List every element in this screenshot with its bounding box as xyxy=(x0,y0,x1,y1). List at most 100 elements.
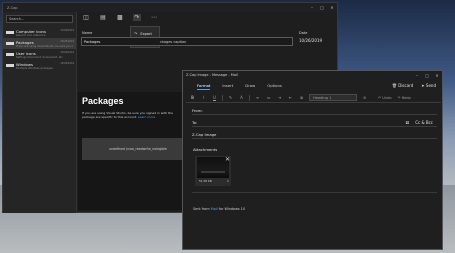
list-item-date: 10/26/2019 xyxy=(60,62,74,65)
signature: Sent from Mail for Windows 10 xyxy=(193,207,245,211)
date-label: Date xyxy=(299,31,308,35)
menu-item-label: Export xyxy=(140,31,152,36)
separator xyxy=(249,94,250,101)
minimize-icon[interactable]: – xyxy=(412,71,422,79)
outdent-icon[interactable]: ⇤ xyxy=(287,95,294,100)
undo-redo: ↶ Undo ↷ Redo xyxy=(378,96,411,100)
bullets-icon[interactable]: ≡ xyxy=(254,95,261,100)
from-label: From: xyxy=(192,108,203,113)
indent-icon[interactable]: ⇥ xyxy=(276,95,283,100)
discard-button[interactable]: 🗑 Discard xyxy=(392,83,413,88)
italic-icon[interactable]: I xyxy=(200,95,207,100)
list-item-subtitle: Settings Document, Screenshot, etc xyxy=(16,56,63,59)
undo-button[interactable]: ↶ Undo xyxy=(378,96,392,100)
underline-icon[interactable]: U xyxy=(211,95,218,100)
thumbnail-icon xyxy=(6,31,14,34)
thumbnail-icon xyxy=(6,53,14,56)
learn-more-link[interactable]: Learn more xyxy=(138,115,155,119)
close-icon[interactable]: ✕ xyxy=(432,71,442,79)
tab-options[interactable]: Options xyxy=(267,83,282,90)
preview-text: If you are using Visual Studio, be sure … xyxy=(82,111,182,120)
font-color-icon[interactable]: A xyxy=(238,95,245,100)
to-field[interactable]: To: ⚄ Cc & Bcc xyxy=(192,119,437,127)
trash-icon: 🗑 xyxy=(391,83,397,88)
remove-attachment-icon[interactable]: ✕ xyxy=(225,156,230,163)
heading-select[interactable]: Heading 1 xyxy=(309,94,357,101)
to-label: To: xyxy=(192,120,198,125)
name-label: Name xyxy=(82,31,93,35)
share-icon[interactable]: ↷ xyxy=(133,13,141,21)
recipient-actions: ⚄ Cc & Bcc xyxy=(406,120,433,125)
thumbnail-stripe xyxy=(201,171,225,173)
capture-titlebar: Z-Cap – □ ✕ xyxy=(3,3,337,12)
cc-bcc-button[interactable]: Cc & Bcc xyxy=(415,120,433,125)
print-icon[interactable]: ▩ xyxy=(116,14,124,21)
capture-sidebar: Search... Computer icons Generic icon re… xyxy=(3,12,77,213)
subject-field[interactable]: Z-Cap Image xyxy=(192,131,437,139)
signature-text-end: for Windows 10 xyxy=(218,207,246,211)
list-item-date: 10/26/2019 xyxy=(60,40,74,43)
list-item[interactable]: User icons Settings Document, Screenshot… xyxy=(3,49,76,60)
list-item-subtitle: Example Windows packages xyxy=(16,67,53,70)
preview-text-line2: package are specific to this account. xyxy=(82,115,138,120)
close-icon[interactable]: ✕ xyxy=(327,3,337,12)
preview-text-line1: If you are using Visual Studio, be sure … xyxy=(82,111,174,115)
contact-icon[interactable]: ⚄ xyxy=(406,120,409,125)
search-placeholder: Search... xyxy=(9,17,25,21)
format-toolbar: B I U ✎ A ≡ ≔ ⇥ ⇤ ≣ Heading 1 ⊘ ↶ Undo ↷… xyxy=(186,93,441,103)
redo-button[interactable]: ↷ Redo xyxy=(398,96,411,100)
send-icon: ➤ xyxy=(421,83,425,88)
list-item-selected[interactable]: Packages If you are using Visual Studio,… xyxy=(3,38,76,49)
undo-label: Undo xyxy=(382,95,392,100)
maximize-icon[interactable]: □ xyxy=(422,71,432,79)
preview-code-block: undefined (now_readwrite_nolegible xyxy=(82,138,190,160)
mail-link[interactable]: Mail xyxy=(211,207,218,211)
discard-label: Discard xyxy=(398,83,414,88)
mail-window: Z-Cap Image - Message - Mail – □ ✕ Forma… xyxy=(182,70,443,250)
name-placeholder: ckages caption xyxy=(160,39,187,44)
tab-format[interactable]: Format xyxy=(197,83,211,90)
capture-toolbar: ◫ ▤ ▩ ↷ ⋯ xyxy=(76,12,172,22)
bold-icon[interactable]: B xyxy=(189,95,196,100)
send-actions: 🗑 Discard ➤ Send xyxy=(392,83,436,88)
numbering-icon[interactable]: ≔ xyxy=(265,95,272,100)
thumbnail-icon xyxy=(6,64,14,67)
search-input[interactable]: Search... xyxy=(6,15,73,23)
more-icon[interactable]: ⋯ xyxy=(150,14,158,21)
attachment-menu-icon[interactable]: ∨ xyxy=(227,179,229,183)
send-button[interactable]: ➤ Send xyxy=(421,83,436,88)
heading-select-value: Heading 1 xyxy=(313,95,332,100)
attachments-label: Attachments xyxy=(193,147,218,152)
preview-code: undefined (now_readwrite_nolegible xyxy=(109,147,167,151)
date-value: 10/26/2019 xyxy=(299,38,323,43)
list-item[interactable]: Windows Example Windows packages 10/26/2… xyxy=(3,60,76,71)
tab-insert[interactable]: Insert xyxy=(222,83,233,90)
list-item[interactable]: Computer icons Generic icon reference 10… xyxy=(3,27,76,38)
name-value: Packages xyxy=(84,39,101,44)
new-capture-icon[interactable]: ◫ xyxy=(82,14,90,21)
maximize-icon[interactable]: □ xyxy=(317,3,327,12)
minimize-icon[interactable]: – xyxy=(307,3,317,12)
name-field[interactable]: Packages ckages caption xyxy=(81,37,293,46)
divider xyxy=(192,192,437,193)
mail-title: Z-Cap Image - Message - Mail xyxy=(186,73,238,77)
subject-value: Z-Cap Image xyxy=(192,132,217,137)
image-icon[interactable]: ▤ xyxy=(99,14,107,21)
export-icon: ↷ xyxy=(134,31,138,36)
send-label: Send xyxy=(425,83,436,88)
from-row[interactable]: From: xyxy=(192,107,437,115)
capture-window-controls: – □ ✕ xyxy=(307,3,337,12)
thumbnail-icon xyxy=(6,42,14,45)
highlight-icon[interactable]: ✎ xyxy=(227,95,234,100)
attachment-size: 51.58 KB xyxy=(199,179,212,183)
list-item-date: 10/26/2019 xyxy=(60,29,74,32)
preview-heading: Packages xyxy=(82,96,124,106)
mail-titlebar: Z-Cap Image - Message - Mail – □ ✕ xyxy=(183,71,442,79)
align-icon[interactable]: ≣ xyxy=(298,95,305,100)
redo-label: Redo xyxy=(401,95,411,100)
tab-draw[interactable]: Draw xyxy=(245,83,255,90)
attachment-card[interactable]: ✕ 51.58 KB ∨ xyxy=(195,156,231,186)
clear-format-icon[interactable]: ⊘ xyxy=(361,95,368,100)
capture-title: Z-Cap xyxy=(7,5,18,10)
list-item-date: 10/26/2019 xyxy=(60,51,74,54)
